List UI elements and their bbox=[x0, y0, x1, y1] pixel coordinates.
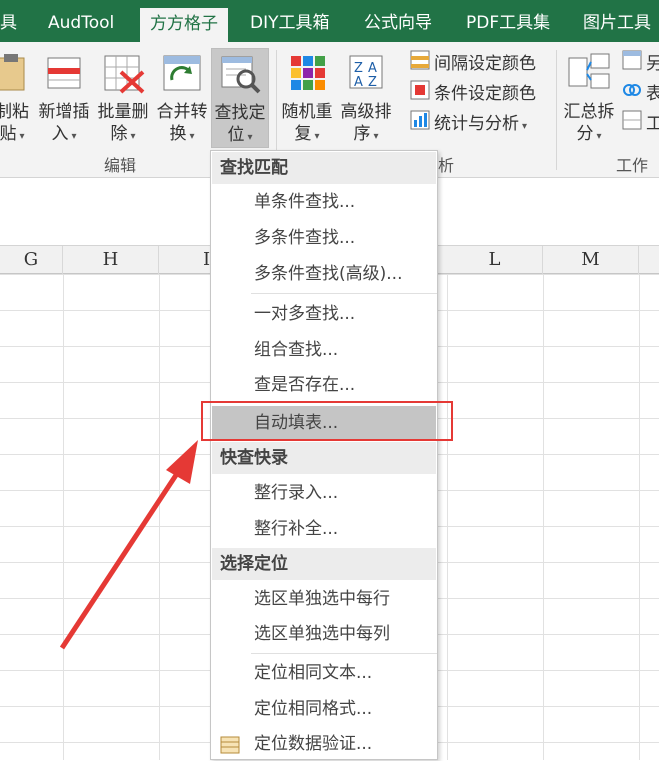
pointer-arrow-icon bbox=[59, 440, 198, 650]
